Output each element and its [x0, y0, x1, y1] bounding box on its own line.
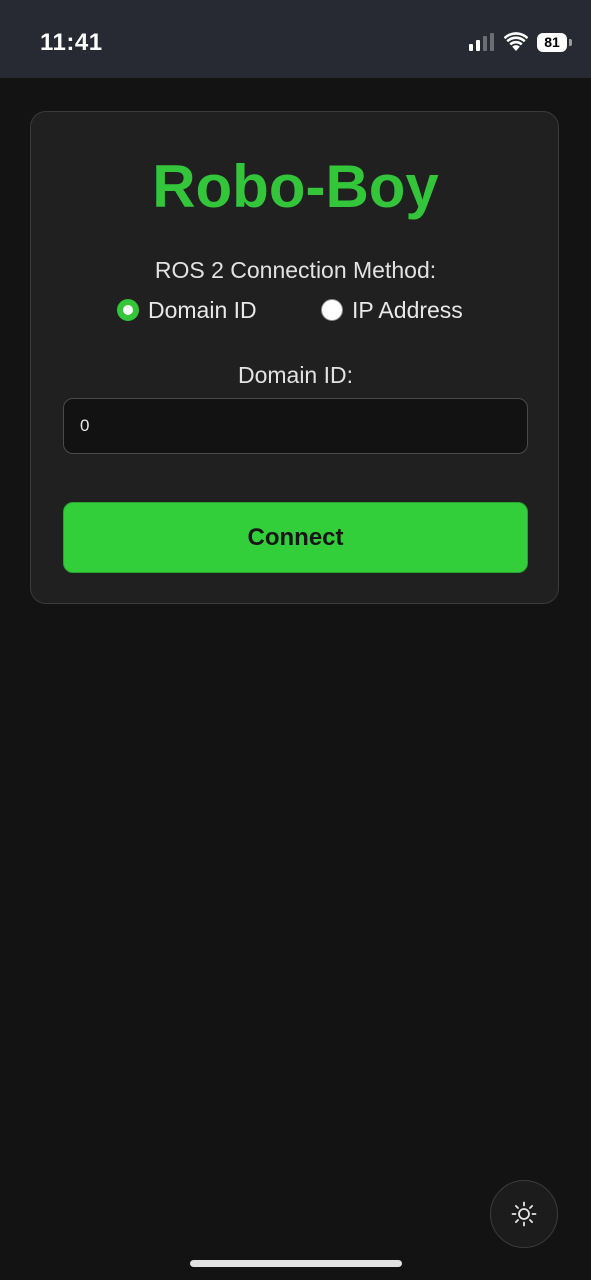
radio-ip-address[interactable]	[321, 299, 343, 321]
radio-option-ip-address[interactable]: IP Address	[321, 296, 463, 324]
connection-card: Robo-Boy ROS 2 Connection Method: Domain…	[30, 111, 559, 604]
battery-tip	[569, 39, 572, 46]
radio-label-domain-id[interactable]: Domain ID	[148, 297, 257, 324]
app-title: Robo-Boy	[152, 153, 439, 220]
radio-option-domain-id[interactable]: Domain ID	[117, 296, 257, 324]
sun-icon	[511, 1201, 537, 1227]
status-bar: 11:41 81	[0, 0, 591, 78]
signal-icon	[469, 33, 494, 51]
battery-icon: 81	[537, 33, 567, 52]
domain-id-label: Domain ID:	[237, 362, 354, 388]
status-time: 11:41	[40, 29, 103, 56]
radio-domain-id[interactable]	[117, 299, 139, 321]
theme-toggle-button[interactable]	[490, 1180, 558, 1248]
connection-method-label: ROS 2 Connection Method:	[154, 257, 437, 283]
connect-button[interactable]: Connect	[63, 502, 528, 573]
radio-label-ip-address[interactable]: IP Address	[352, 297, 463, 324]
battery-level: 81	[544, 34, 560, 50]
domain-id-input[interactable]	[63, 398, 528, 454]
home-indicator	[190, 1260, 402, 1267]
wifi-icon	[504, 32, 528, 51]
